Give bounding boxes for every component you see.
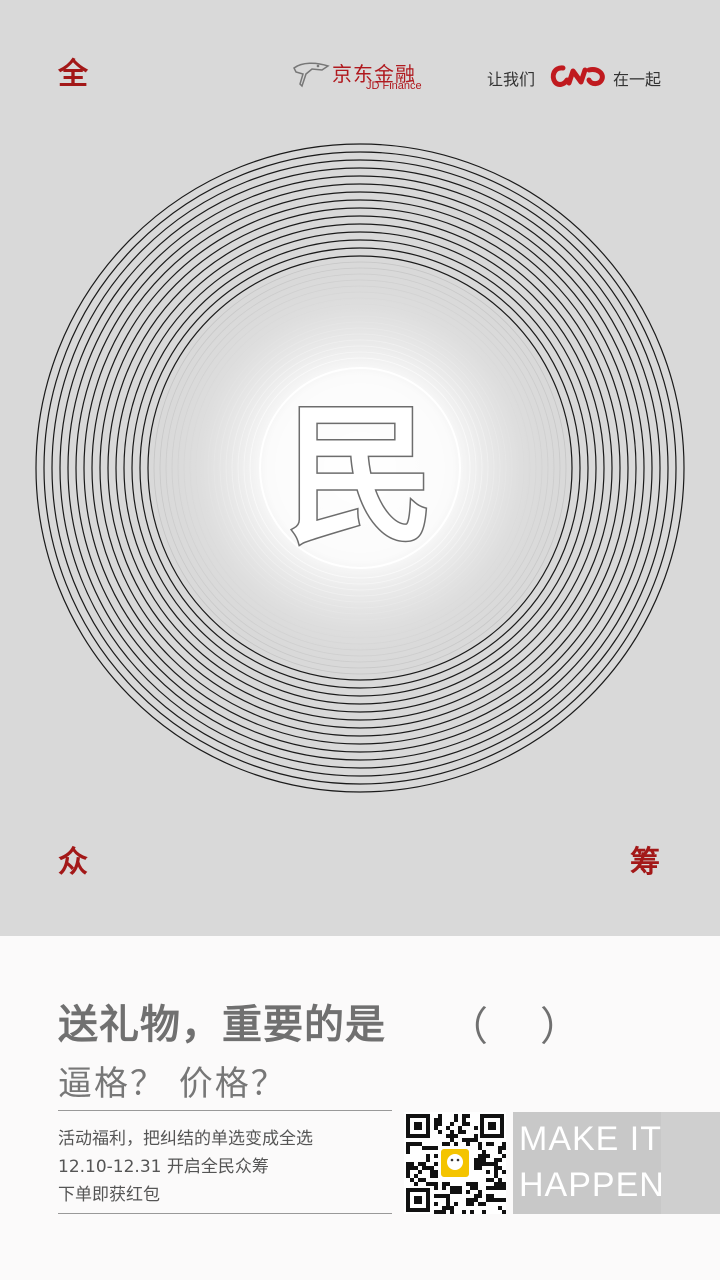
headline: 送礼物，重要的是 <box>58 1001 386 1048</box>
jd-dog-icon <box>293 62 330 88</box>
cn-logo-icon <box>550 65 605 87</box>
divider-bottom <box>58 1213 392 1214</box>
slogan-prefix: 让我们 <box>487 70 536 89</box>
slogan: 让我们 在一起 <box>487 64 667 90</box>
brand-name-en: JD Finance <box>366 80 422 92</box>
corner-char-bottom-right: 筹 <box>630 845 660 880</box>
make-it-happen-panel: MAKE IT HAPPEN <box>513 1112 661 1214</box>
corner-char-top-left: 全 <box>58 57 88 92</box>
make-it-line: MAKE IT <box>519 1120 661 1158</box>
center-char: 民 <box>285 388 435 564</box>
paren-open: （ <box>448 1004 488 1050</box>
footer-panel <box>0 936 720 1280</box>
concentric-rings: 民 <box>35 143 685 793</box>
paren-close: ） <box>540 1004 580 1050</box>
info-line: 12.10-12.31 开启全民众筹 <box>58 1157 269 1177</box>
jd-finance-logo: 京东金融 JD Finance <box>292 56 432 96</box>
info-line: 活动福利，把纠结的单选变成全选 <box>58 1129 313 1149</box>
corner-char-bottom-left: 众 <box>58 845 88 880</box>
qr-code-icon[interactable] <box>404 1112 506 1214</box>
make-it-happen-strip <box>661 1112 720 1214</box>
info-line: 下单即获红包 <box>58 1185 160 1205</box>
divider-top <box>58 1110 392 1111</box>
happen-line: HAPPEN <box>519 1166 661 1204</box>
slogan-suffix: 在一起 <box>613 70 662 89</box>
subhead: 逼格？ 价格？ <box>58 1064 287 1104</box>
